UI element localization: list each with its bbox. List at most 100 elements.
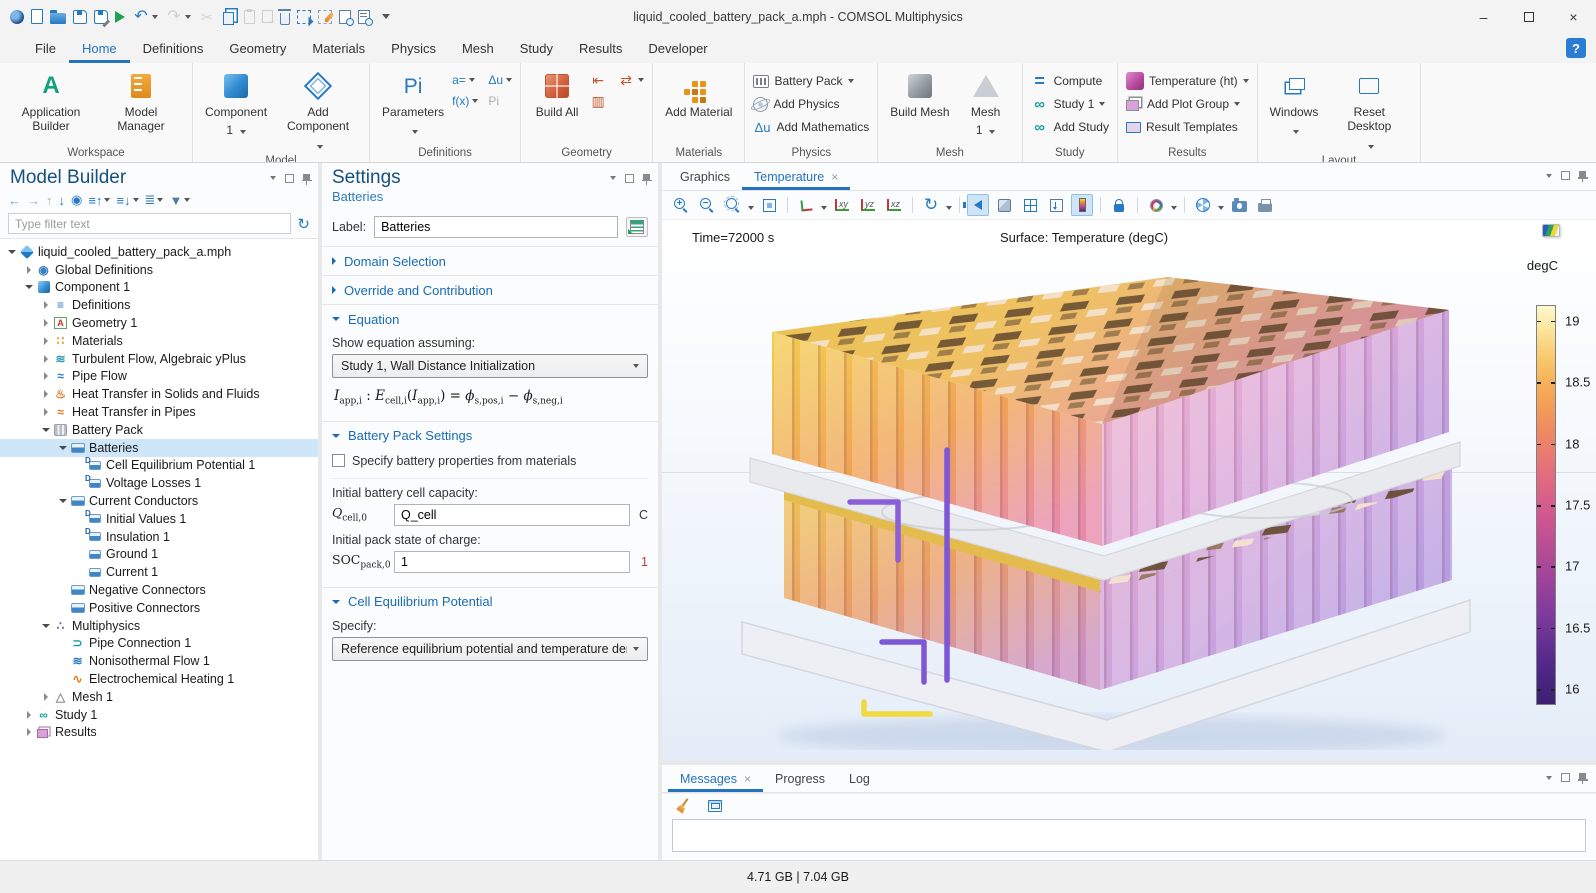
close-tab-icon[interactable]: × [744, 772, 751, 786]
select-icon[interactable] [297, 10, 311, 24]
expander-open-icon[interactable] [57, 446, 69, 450]
minimize-button[interactable]: – [1461, 0, 1506, 33]
expander-closed-icon[interactable] [23, 266, 35, 274]
refresh-icon[interactable]: ↻ [297, 215, 310, 233]
tree-item-heat-transfer-in-pipes[interactable]: ≈Heat Transfer in Pipes [0, 403, 318, 421]
graphics-tab-temperature[interactable]: Temperature× [742, 163, 850, 190]
expander-closed-icon[interactable] [23, 728, 35, 736]
menu-tab-results[interactable]: Results [566, 33, 635, 63]
geometry-parts-icon[interactable] [589, 92, 607, 110]
dropdown-chevron-icon[interactable] [1218, 198, 1224, 213]
paste-icon[interactable] [244, 10, 255, 24]
tree-item-current-1[interactable]: Current 1 [0, 563, 318, 581]
message-table-icon[interactable] [704, 795, 726, 817]
panel-menu-icon[interactable] [1546, 776, 1552, 780]
result-templates-button[interactable]: Result Templates [1126, 117, 1249, 137]
panel-menu-icon[interactable] [270, 176, 276, 180]
menu-tab-developer[interactable]: Developer [635, 33, 720, 63]
show-icon[interactable]: ◉ [71, 192, 82, 208]
pin-panel-icon[interactable] [1579, 773, 1586, 779]
model-manager-button[interactable]: Model Manager [98, 69, 184, 136]
temperature-ht--button[interactable]: Temperature (ht) [1126, 71, 1249, 91]
dropdown-chevron-icon[interactable] [748, 198, 754, 213]
cell-eq-specify-dropdown[interactable]: Reference equilibrium potential and temp… [332, 637, 648, 661]
save-as-icon[interactable] [94, 10, 108, 24]
tree-item-heat-transfer-in-solids-and-fluids[interactable]: ♨Heat Transfer in Solids and Fluids [0, 385, 318, 403]
cut-icon[interactable] [198, 8, 216, 26]
find-results-icon[interactable] [358, 10, 370, 24]
float-panel-icon[interactable] [1561, 773, 1570, 782]
move-up-icon[interactable]: ↑ [46, 193, 53, 208]
filter-icon[interactable]: ▼ [169, 193, 190, 208]
tree-item-results[interactable]: Results [0, 724, 318, 742]
maximize-button[interactable] [1506, 0, 1551, 33]
clear-messages-icon[interactable] [672, 795, 694, 817]
close-button[interactable]: × [1551, 0, 1596, 33]
menu-tab-file[interactable]: File [22, 33, 69, 63]
legend-colormap-icon[interactable] [1542, 224, 1560, 237]
snapshot-icon[interactable] [1228, 194, 1250, 216]
section-domain-selection[interactable]: Domain Selection [322, 246, 658, 275]
expander-closed-icon[interactable] [40, 355, 52, 363]
environment-icon[interactable] [1192, 194, 1214, 216]
add-material-button[interactable]: Add Material [661, 69, 736, 121]
mesh-button[interactable]: Mesh1 [958, 69, 1014, 140]
pin-panel-icon[interactable] [643, 174, 650, 180]
grid-icon[interactable] [1019, 194, 1041, 216]
float-panel-icon[interactable] [1561, 171, 1570, 180]
help-button[interactable]: ? [1566, 38, 1586, 58]
expander-closed-icon[interactable] [23, 711, 35, 719]
tree-item-turbulent-flow-algebraic-yplus[interactable]: ≋Turbulent Flow, Algebraic yPlus [0, 350, 318, 368]
expander-open-icon[interactable] [57, 499, 69, 503]
node-group-icon[interactable]: ≣ [145, 192, 164, 208]
label-input[interactable] [374, 216, 618, 238]
tree-item-global-definitions[interactable]: ◉Global Definitions [0, 261, 318, 279]
expander-closed-icon[interactable] [40, 372, 52, 380]
expander-closed-icon[interactable] [40, 693, 52, 701]
scene-light-icon[interactable] [993, 194, 1015, 216]
component-button[interactable]: Component1 [201, 69, 271, 140]
menu-tab-geometry[interactable]: Geometry [216, 33, 299, 63]
application-builder-button[interactable]: AApplication Builder [8, 69, 94, 136]
capacity-input[interactable] [394, 504, 630, 526]
menu-tab-mesh[interactable]: Mesh [449, 33, 507, 63]
save-icon[interactable] [73, 10, 87, 24]
study-1-button[interactable]: ∞Study 1 [1031, 94, 1109, 114]
graphics-tab-graphics[interactable]: Graphics [668, 163, 742, 190]
menu-tab-physics[interactable]: Physics [378, 33, 449, 63]
back-icon[interactable]: ← [8, 193, 21, 208]
menu-tab-study[interactable]: Study [507, 33, 566, 63]
windows-button[interactable]: Windows [1266, 69, 1323, 140]
toolbar-overflow-icon[interactable] [377, 8, 395, 26]
add-plot-group-button[interactable]: Add Plot Group [1126, 94, 1249, 114]
collapse-all-icon[interactable]: ≡↓ [116, 193, 138, 208]
tree-item-current-conductors[interactable]: Current Conductors [0, 492, 318, 510]
float-panel-icon[interactable] [285, 174, 294, 183]
tree-item-cell-equilibrium-potential-1[interactable]: DCell Equilibrium Potential 1 [0, 457, 318, 475]
open-file-icon[interactable] [50, 10, 66, 24]
zoom-box-icon[interactable] [722, 194, 744, 216]
functions-icon[interactable]: f(x) [452, 92, 478, 110]
add-component-button[interactable]: Add Component [275, 69, 361, 154]
menu-tab-definitions[interactable]: Definitions [130, 33, 217, 63]
specify-from-materials-checkbox[interactable] [332, 454, 345, 467]
dropdown-chevron-icon[interactable] [1171, 198, 1177, 213]
zoom-extents-icon[interactable] [758, 194, 780, 216]
tree-item-insulation-1[interactable]: DInsulation 1 [0, 528, 318, 546]
menu-tab-home[interactable]: Home [69, 33, 130, 63]
section-override-contribution[interactable]: Override and Contribution [322, 275, 658, 304]
axis-orientation-icon[interactable] [1045, 194, 1067, 216]
tree-item-pipe-connection-1[interactable]: ⊃Pipe Connection 1 [0, 635, 318, 653]
tree-item-electrochemical-heating-1[interactable]: ∿Electrochemical Heating 1 [0, 670, 318, 688]
battery-pack-button[interactable]: Battery Pack [753, 71, 869, 91]
print-icon[interactable] [1254, 194, 1276, 216]
run-icon[interactable] [115, 11, 125, 23]
insert-sequence-icon[interactable] [589, 71, 607, 89]
new-file-icon[interactable] [31, 9, 43, 24]
expander-open-icon[interactable] [40, 624, 52, 628]
tree-item-ground-1[interactable]: Ground 1 [0, 546, 318, 564]
parameter-case-icon[interactable]: Pi [488, 92, 512, 110]
undo-icon[interactable] [132, 8, 158, 26]
view-yz-icon[interactable]: yz [857, 194, 879, 216]
redo-icon[interactable] [165, 8, 191, 26]
